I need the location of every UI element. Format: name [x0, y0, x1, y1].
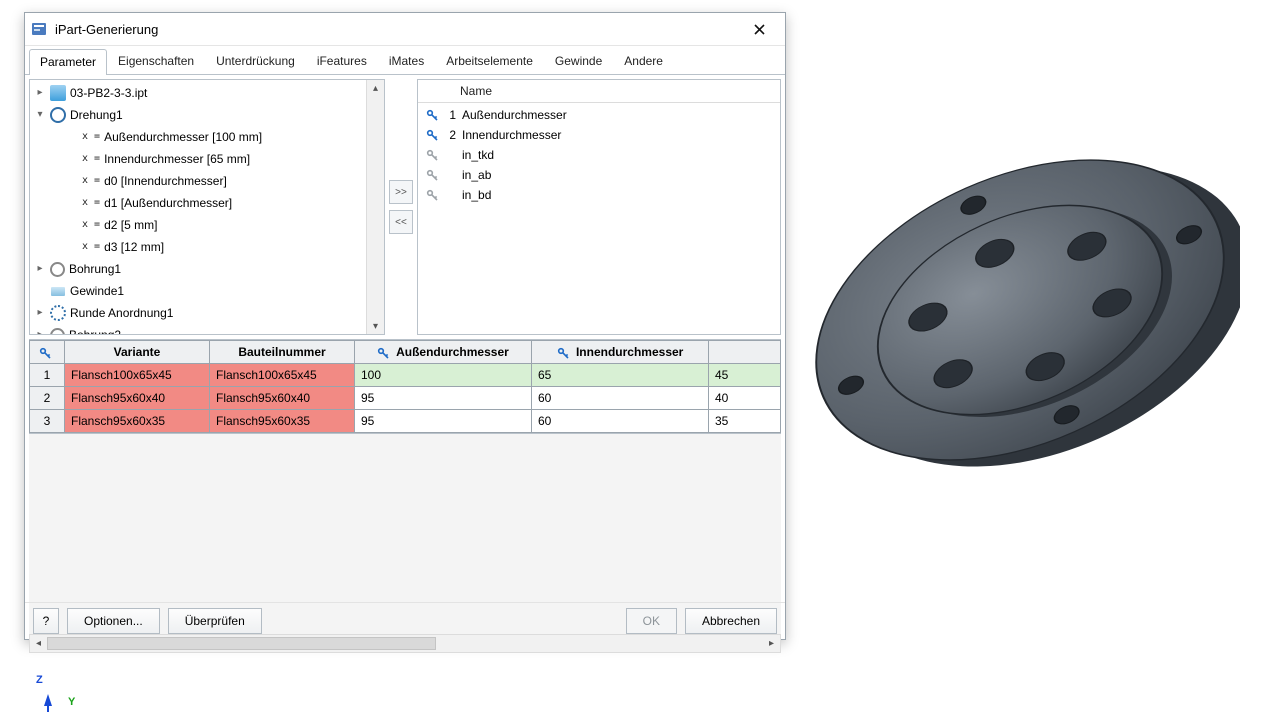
- tab-bar: ParameterEigenschaftenUnterdrückungiFeat…: [25, 46, 785, 75]
- tree-root[interactable]: 03-PB2-3-3.ipt: [34, 82, 366, 104]
- app-icon: [31, 21, 47, 37]
- model-preview[interactable]: [800, 10, 1240, 620]
- transfer-buttons: >> <<: [389, 79, 413, 335]
- tree-bohrung1[interactable]: Bohrung1: [34, 258, 366, 280]
- tab-parameter[interactable]: Parameter: [29, 49, 107, 75]
- add-column-button[interactable]: >>: [389, 180, 413, 204]
- grid-header[interactable]: [709, 341, 781, 364]
- tree-param-3[interactable]: d1 [Außendurchmesser]: [34, 192, 366, 214]
- tab-arbeitselemente[interactable]: Arbeitselemente: [435, 48, 544, 74]
- tree-param-1[interactable]: Innendurchmesser [65 mm]: [34, 148, 366, 170]
- tree-param-5[interactable]: d3 [12 mm]: [34, 236, 366, 258]
- variant-grid[interactable]: VarianteBauteilnummer Außendurchmesser I…: [29, 339, 781, 434]
- column-item[interactable]: 1Außendurchmesser: [418, 105, 780, 125]
- key-icon: [426, 109, 438, 121]
- tree-param-2[interactable]: d0 [Innendurchmesser]: [34, 170, 366, 192]
- grid-header[interactable]: Variante: [65, 341, 210, 364]
- tree-param-0[interactable]: Außendurchmesser [100 mm]: [34, 126, 366, 148]
- scroll-down-icon[interactable]: ▾: [370, 320, 382, 332]
- table-row[interactable]: 1Flansch100x65x45Flansch100x65x451006545: [30, 364, 781, 387]
- key-icon: [426, 189, 438, 201]
- column-item[interactable]: in_ab: [418, 165, 780, 185]
- tree-drehung1[interactable]: Drehung1: [34, 104, 366, 126]
- grid-header[interactable]: [30, 341, 65, 364]
- tab-unterdrückung[interactable]: Unterdrückung: [205, 48, 306, 74]
- tree-scrollbar[interactable]: ▴ ▾: [366, 80, 384, 334]
- column-item[interactable]: in_bd: [418, 185, 780, 205]
- options-button[interactable]: Optionen...: [67, 608, 160, 634]
- tab-andere[interactable]: Andere: [613, 48, 674, 74]
- key-icon: [39, 347, 51, 359]
- key-icon: [426, 149, 438, 161]
- grid-header[interactable]: Bauteilnummer: [210, 341, 355, 364]
- column-item[interactable]: in_tkd: [418, 145, 780, 165]
- columns-header: Name: [418, 80, 780, 103]
- help-button[interactable]: ?: [33, 608, 59, 634]
- tab-ifeatures[interactable]: iFeatures: [306, 48, 378, 74]
- key-icon: [557, 347, 569, 359]
- close-button[interactable]: [739, 16, 779, 42]
- tree-bohrung2[interactable]: Bohrung2: [34, 324, 366, 334]
- remove-column-button[interactable]: <<: [389, 210, 413, 234]
- key-icon: [377, 347, 389, 359]
- selected-columns-panel: Name 1Außendurchmesser2Innendurchmesseri…: [417, 79, 781, 335]
- cancel-button[interactable]: Abbrechen: [685, 608, 777, 634]
- ipart-dialog: iPart-Generierung ParameterEigenschaften…: [24, 12, 786, 640]
- verify-button[interactable]: Überprüfen: [168, 608, 262, 634]
- dialog-footer: ? Optionen... Überprüfen OK Abbrechen: [25, 602, 785, 639]
- viewport: Z Y iPart-Generierung ParameterEigenscha…: [0, 0, 1280, 720]
- mid-row: 03-PB2-3-3.iptDrehung1Außendurchmesser […: [25, 75, 785, 339]
- ok-button[interactable]: OK: [626, 608, 677, 634]
- tab-eigenschaften[interactable]: Eigenschaften: [107, 48, 205, 74]
- tab-gewinde[interactable]: Gewinde: [544, 48, 613, 74]
- titlebar: iPart-Generierung: [25, 13, 785, 46]
- axis-z-label: Z: [36, 674, 43, 686]
- column-item[interactable]: 2Innendurchmesser: [418, 125, 780, 145]
- scroll-up-icon[interactable]: ▴: [370, 82, 382, 94]
- grid-header[interactable]: Außendurchmesser: [355, 341, 532, 364]
- key-icon: [426, 169, 438, 181]
- window-title: iPart-Generierung: [55, 22, 739, 37]
- tab-imates[interactable]: iMates: [378, 48, 435, 74]
- tree-param-4[interactable]: d2 [5 mm]: [34, 214, 366, 236]
- key-icon: [426, 129, 438, 141]
- table-row[interactable]: 3Flansch95x60x35Flansch95x60x35956035: [30, 410, 781, 433]
- grid-header[interactable]: Innendurchmesser: [532, 341, 709, 364]
- tree-gewinde1[interactable]: Gewinde1: [34, 280, 366, 302]
- scroll-right-icon[interactable]: ▸: [763, 638, 780, 649]
- scroll-left-icon[interactable]: ◂: [30, 638, 47, 649]
- tree-runde-anordnung1[interactable]: Runde Anordnung1: [34, 302, 366, 324]
- parameter-tree[interactable]: 03-PB2-3-3.iptDrehung1Außendurchmesser […: [29, 79, 385, 335]
- table-row[interactable]: 2Flansch95x60x40Flansch95x60x40956040: [30, 387, 781, 410]
